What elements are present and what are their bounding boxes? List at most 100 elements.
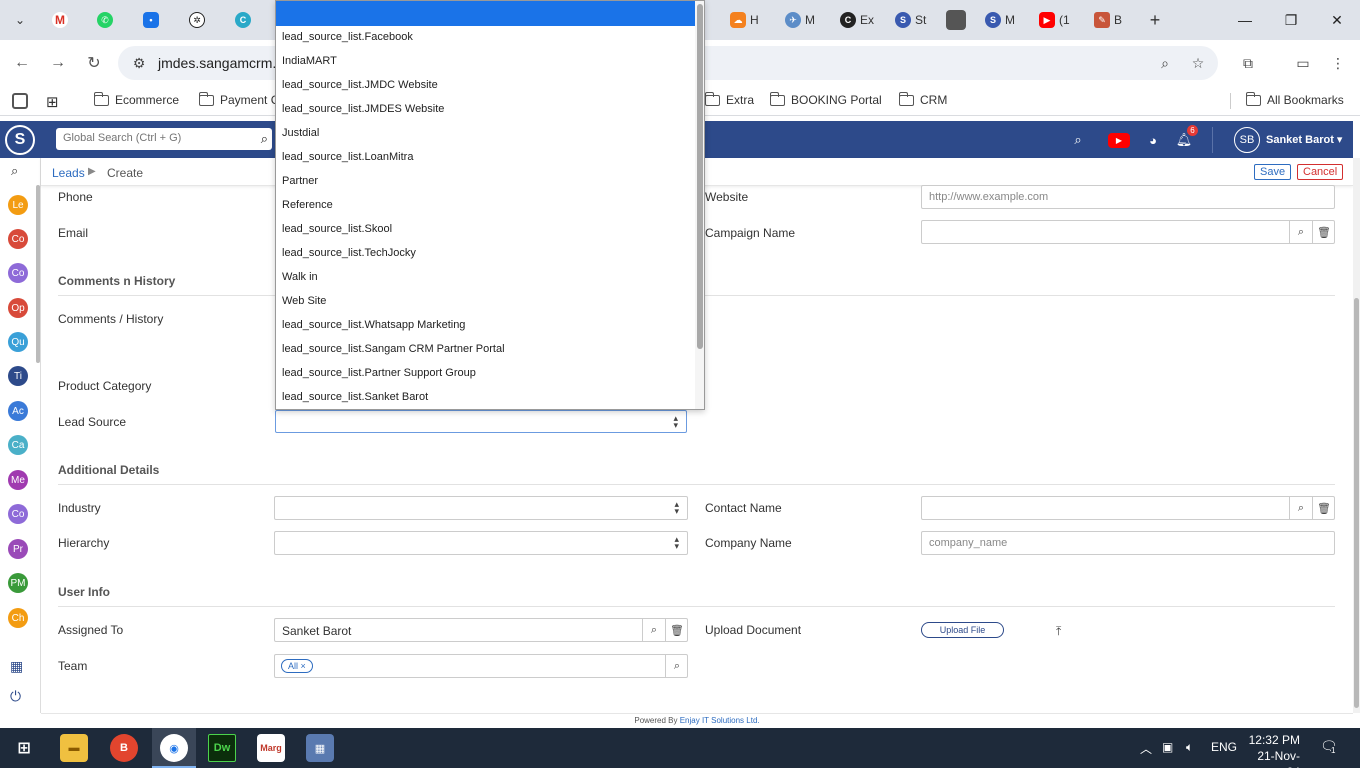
sidebar-scrollbar[interactable] [36, 185, 40, 363]
breadcrumb-leads[interactable]: Leads [52, 166, 85, 180]
sangam-logo-icon[interactable]: S [5, 125, 35, 155]
zoom-icon[interactable]: ⌕ [1156, 54, 1174, 72]
tab-ex[interactable]: C Ex [840, 10, 874, 30]
minimize-button[interactable]: — [1234, 10, 1256, 30]
pinned-tab-whatsapp[interactable]: ✆ [97, 10, 113, 30]
campaign-name-field[interactable]: ⌕ 🗑︎ [921, 220, 1335, 244]
back-icon[interactable]: ← [11, 52, 33, 74]
sidebar-module-icon[interactable]: Ca [8, 435, 28, 455]
search-icon[interactable]: ⌕ [1289, 496, 1312, 520]
chrome-icon[interactable]: ◉ [160, 734, 188, 762]
pinned-tab-edit[interactable]: C [235, 10, 251, 30]
volume-icon[interactable]: 🔈︎ [1186, 740, 1193, 755]
team-field[interactable]: All × ⌕ [274, 654, 688, 678]
dropdown-option[interactable]: lead_source_list.Whatsapp Marketing [282, 319, 465, 331]
marg-icon[interactable]: Marg [257, 734, 285, 762]
tab-active-blank[interactable] [946, 10, 966, 30]
tab-b[interactable]: ✎ B [1094, 10, 1122, 30]
dropdown-option[interactable]: Web Site [282, 295, 326, 307]
site-info-icon[interactable]: ⚙ [130, 54, 148, 72]
search-icon[interactable]: ⌕ [642, 618, 665, 642]
sidebar-module-icon[interactable]: Co [8, 229, 28, 249]
search-document-icon[interactable]: ⌕ [1069, 131, 1087, 149]
sidebar-module-icon[interactable]: Le [8, 195, 28, 215]
close-window-button[interactable]: ✕ [1326, 10, 1348, 30]
forward-icon[interactable]: → [47, 52, 69, 74]
tab-h[interactable]: ☁ H [730, 10, 759, 30]
website-field[interactable]: http://www.example.com [921, 185, 1335, 209]
pinned-tab-openai[interactable]: ✲ [189, 10, 205, 30]
global-search[interactable]: ⌕ [56, 128, 272, 150]
dropdown-highlight-option[interactable] [276, 1, 695, 26]
windows-start-icon[interactable]: ⊞ [10, 734, 38, 762]
page-scrollbar[interactable] [1353, 158, 1360, 713]
url-text[interactable]: jmdes.sangamcrm.c [158, 55, 283, 71]
contact-name-field[interactable]: ⌕ 🗑︎ [921, 496, 1335, 520]
calculator-icon[interactable]: ▦ [306, 734, 334, 762]
sidebar-module-icon[interactable]: Me [8, 470, 28, 490]
sidebar-module-icon[interactable]: Ac [8, 401, 28, 421]
sidebar-module-icon[interactable]: Ti [8, 366, 28, 386]
industry-select[interactable]: ▴ ▾ [274, 496, 688, 520]
sidebar-search-icon[interactable]: ⌕ [11, 163, 18, 179]
sidebar-module-icon[interactable]: Co [8, 504, 28, 524]
bookmark-folder-booking[interactable]: BOOKING Portal [769, 91, 882, 107]
chip-close-icon[interactable]: × [301, 661, 306, 671]
pinned-tab-chat[interactable]: • [143, 10, 159, 30]
search-icon[interactable]: ⌕ [261, 131, 268, 147]
profile-icon[interactable]: ▭ [1292, 54, 1314, 72]
company-name-field[interactable]: company_name [921, 531, 1335, 555]
language-indicator[interactable]: ENG [1211, 740, 1237, 754]
dropdown-option[interactable]: lead_source_list.Sanket Barot [282, 391, 428, 403]
bookmark-folder-crm[interactable]: CRM [898, 91, 947, 107]
tab-m[interactable]: ✈ M [785, 10, 815, 30]
dropdown-option[interactable]: lead_source_list.Facebook [282, 31, 413, 43]
tab-search-chevron-icon[interactable]: ⌄ [8, 8, 32, 32]
power-icon[interactable]: ⏻ [10, 688, 21, 705]
global-search-input[interactable] [63, 132, 243, 144]
dropdown-option[interactable]: lead_source_list.Sangam CRM Partner Port… [282, 343, 505, 355]
tab-youtube[interactable]: ▶ (1 [1039, 10, 1070, 30]
dropdown-option[interactable]: Partner [282, 175, 318, 187]
dropdown-option[interactable]: lead_source_list.JMDES Website [282, 103, 444, 115]
search-icon[interactable]: ⌕ [665, 654, 688, 678]
keyboard-icon[interactable]: ▦ [10, 658, 23, 675]
network-icon[interactable]: ▣ [1162, 740, 1173, 754]
tab-m2[interactable]: SM [985, 10, 1015, 30]
extensions-icon[interactable]: ⧉ [1239, 54, 1257, 72]
footer-company-link[interactable]: Enjay IT Solutions Ltd. [680, 716, 760, 725]
new-tab-button[interactable]: + [1143, 8, 1167, 32]
upload-icon[interactable]: ⤒ [1056, 624, 1061, 639]
dropdown-option[interactable]: Justdial [282, 127, 319, 139]
sidebar-module-icon[interactable]: Op [8, 298, 28, 318]
youtube-icon[interactable]: ▶ [1108, 133, 1130, 148]
tray-chevron-icon[interactable]: ︿ [1140, 740, 1152, 757]
assigned-to-field[interactable]: Sanket Barot ⌕ 🗑︎ [274, 618, 688, 642]
dropdown-option[interactable]: IndiaMART [282, 55, 337, 67]
upload-file-button[interactable]: Upload File [921, 622, 1004, 638]
trash-icon[interactable]: 🗑︎ [1312, 220, 1335, 244]
team-chip[interactable]: All × [281, 659, 313, 673]
clock[interactable]: 12:32 PM 21-Nov-24 [1246, 732, 1300, 768]
sidebar-module-icon[interactable]: Qu [8, 332, 28, 352]
sidebar-module-icon[interactable]: Ch [8, 608, 28, 628]
dreamweaver-icon[interactable]: Dw [208, 734, 236, 762]
all-bookmarks-button[interactable]: All Bookmarks [1245, 91, 1344, 107]
file-explorer-icon[interactable]: ▬ [60, 734, 88, 762]
dropdown-option[interactable]: lead_source_list.Skool [282, 223, 392, 235]
cancel-button[interactable]: Cancel [1297, 164, 1344, 180]
bookmark-app-1[interactable] [12, 93, 28, 109]
user-menu[interactable]: Sanket Barot ▾ [1266, 133, 1342, 146]
bookmark-folder-payment[interactable]: Payment C [198, 91, 279, 107]
globe-icon[interactable]: ◕ [1144, 131, 1162, 149]
sidebar-module-icon[interactable]: Pr [8, 539, 28, 559]
trash-icon[interactable]: 🗑︎ [665, 618, 688, 642]
dropdown-option[interactable]: lead_source_list.LoanMitra [282, 151, 413, 163]
lead-source-select[interactable]: ▴ ▾ [275, 410, 687, 433]
save-button[interactable]: Save [1254, 164, 1292, 180]
tab-st[interactable]: S St [895, 10, 926, 30]
bookmark-folder-ecommerce[interactable]: Ecommerce [93, 91, 179, 107]
dropdown-option[interactable]: lead_source_list.JMDC Website [282, 79, 438, 91]
dropdown-option[interactable]: Reference [282, 199, 333, 211]
avatar[interactable]: SB [1234, 127, 1260, 153]
